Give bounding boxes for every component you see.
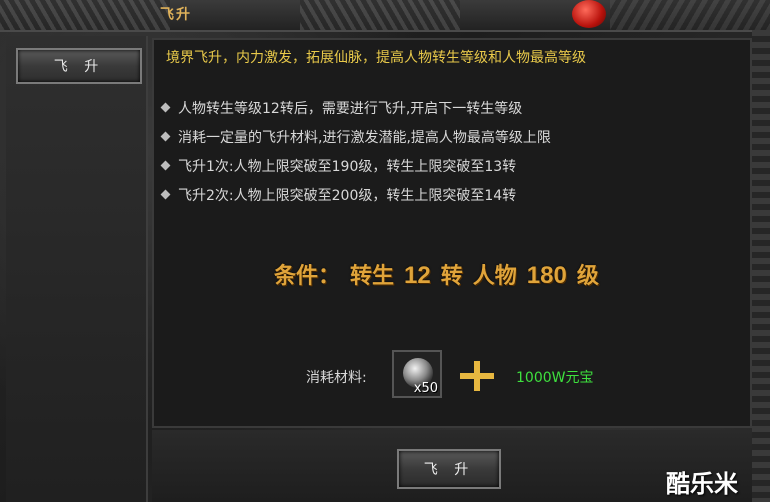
watermark: 酷乐米 [666, 470, 738, 498]
diamond-bullet-icon [160, 102, 171, 113]
item-quantity: x50 [413, 381, 438, 396]
list-item: 消耗一定量的飞升材料,进行激发潜能,提高人物最高等级上限 [160, 122, 551, 151]
diamond-bullet-icon [160, 160, 171, 171]
rebirth-prefix: 转生 [350, 263, 395, 289]
dragon-ornament-center [300, 0, 460, 30]
list-item: 飞升2次:人物上限突破至200级，转生上限突破至14转 [160, 180, 551, 209]
window-title: 飞升 [160, 7, 192, 23]
gold-cost: 1000W元宝 [516, 370, 594, 386]
intro-text: 境界飞升，内力激发，拓展仙脉，提高人物转生等级和人物最高等级 [166, 50, 586, 66]
list-item-text: 飞升2次:人物上限突破至200级，转生上限突破至14转 [178, 187, 517, 204]
list-item-text: 飞升1次:人物上限突破至190级，转生上限突破至13转 [178, 158, 517, 175]
window-top-bar: 飞升 [0, 0, 770, 32]
cost-label: 消耗材料: [306, 370, 367, 386]
list-item: 飞升1次:人物上限突破至190级，转生上限突破至13转 [160, 151, 551, 180]
tab-ascend[interactable]: 飞 升 [16, 48, 142, 84]
condition-label: 条件： [274, 263, 341, 289]
ascend-button[interactable]: 飞 升 [397, 449, 501, 489]
level-prefix: 人物 [472, 263, 517, 289]
level-value: 180 [526, 262, 567, 289]
frame-border-right [752, 30, 770, 502]
diamond-bullet-icon [160, 131, 171, 142]
material-item-slot[interactable]: x50 [392, 350, 442, 398]
plus-icon [460, 361, 494, 391]
dragon-ornament-left [0, 0, 170, 30]
rebirth-suffix: 转 [440, 263, 463, 289]
level-suffix: 级 [576, 263, 599, 289]
ornament-right [610, 0, 770, 30]
list-item-text: 人物转生等级12转后，需要进行飞升,开启下一转生等级 [178, 100, 523, 117]
ascend-condition: 条件： 转生 12 转 人物 180 级 [274, 258, 599, 294]
sidebar [6, 36, 148, 502]
list-item: 人物转生等级12转后，需要进行飞升,开启下一转生等级 [160, 93, 551, 122]
red-orb-icon [572, 0, 606, 28]
list-item-text: 消耗一定量的飞升材料,进行激发潜能,提高人物最高等级上限 [178, 129, 551, 146]
diamond-bullet-icon [160, 189, 171, 200]
rules-list: 人物转生等级12转后，需要进行飞升,开启下一转生等级 消耗一定量的飞升材料,进行… [160, 93, 551, 209]
rebirth-value: 12 [404, 262, 431, 289]
